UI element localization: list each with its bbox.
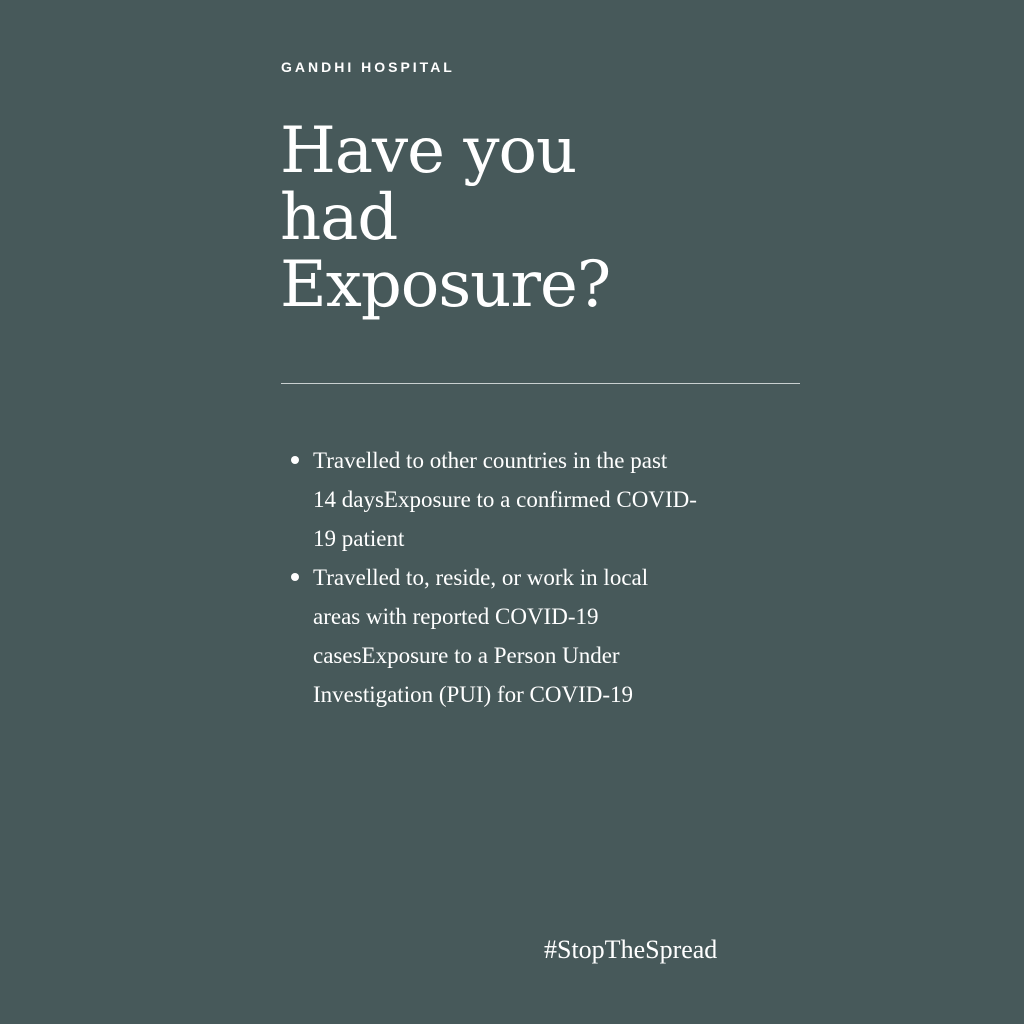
poster: GANDHI HOSPITAL Have you had Exposure? T… xyxy=(0,0,1024,1024)
headline: Have you had Exposure? xyxy=(280,118,800,319)
hashtag: #StopTheSpread xyxy=(544,935,718,964)
headline-line-2: had xyxy=(280,181,398,255)
list-item-line: Investigation (PUI) for COVID-19 xyxy=(313,682,634,707)
exposure-criteria-list: Travelled to other countries in the past… xyxy=(288,441,758,714)
bullet-icon xyxy=(291,456,299,464)
list-item-line: Travelled to other countries in the past xyxy=(313,448,668,473)
list-item: Travelled to, reside, or work in local a… xyxy=(288,558,758,714)
list-item-line: casesExposure to a Person Under xyxy=(313,643,620,668)
list-item-line: areas with reported COVID-19 xyxy=(313,604,599,629)
list-item: Travelled to other countries in the past… xyxy=(288,441,758,558)
divider xyxy=(281,383,800,384)
organization-name: GANDHI HOSPITAL xyxy=(281,59,455,75)
headline-line-3: Exposure? xyxy=(280,248,611,322)
headline-line-1: Have you xyxy=(280,114,577,188)
list-item-line: 14 daysExposure to a confirmed COVID- xyxy=(313,487,697,512)
list-item-line: Travelled to, reside, or work in local xyxy=(313,565,649,590)
bullet-icon xyxy=(291,573,299,581)
list-item-line: 19 patient xyxy=(313,526,405,551)
